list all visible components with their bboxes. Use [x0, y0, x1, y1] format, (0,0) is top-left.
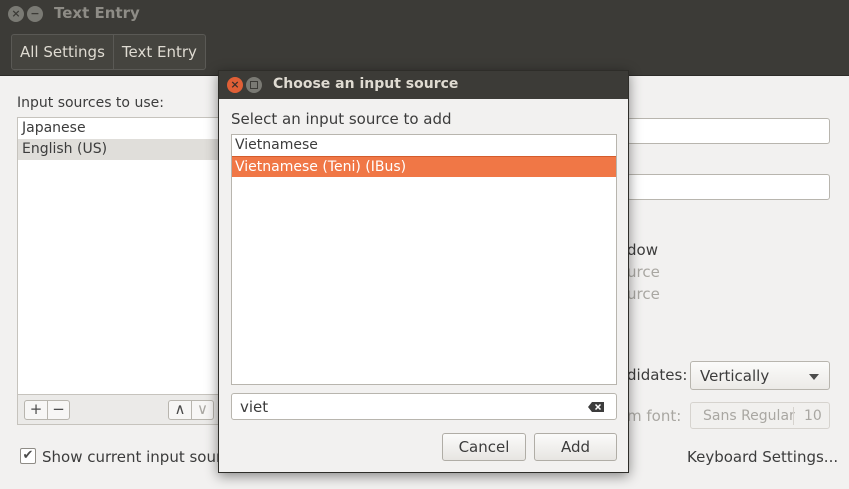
search-input-value: viet — [240, 398, 269, 416]
input-sources-toolbar: + − ∧ ∨ — [17, 395, 227, 425]
candidates-label-partial: didates: — [627, 366, 688, 384]
add-button[interactable]: Add — [534, 433, 617, 461]
input-sources-label: Input sources to use: — [17, 95, 164, 111]
dialog-maximize-icon[interactable] — [246, 77, 262, 93]
cancel-button[interactable]: Cancel — [442, 433, 526, 461]
breadcrumb-text-entry[interactable]: Text Entry — [112, 35, 205, 69]
input-source-options-list[interactable]: Vietnamese Vietnamese (Teni) (IBus) — [231, 134, 617, 385]
input-sources-list[interactable]: Japanese English (US) — [17, 117, 227, 395]
add-source-button[interactable]: + — [25, 401, 47, 419]
switch-source-shortcut-field[interactable] — [627, 118, 830, 144]
toolbar: All Settings Text Entry — [0, 28, 849, 76]
input-source-english-us[interactable]: English (US) — [18, 139, 226, 160]
font-size: 10 — [804, 408, 822, 424]
show-current-source-label: Show current input source — [42, 448, 240, 466]
font-separator — [793, 407, 794, 425]
remove-source-button[interactable]: − — [47, 401, 69, 419]
per-window-label-partial: dow — [627, 241, 658, 259]
choose-input-source-dialog: × Choose an input source Select an input… — [218, 70, 629, 473]
show-current-source-checkbox[interactable]: ✔ — [20, 448, 36, 464]
add-remove-group: + − — [24, 400, 70, 420]
custom-font-button[interactable]: Sans Regular 10 — [690, 402, 830, 429]
font-name: Sans Regular — [703, 408, 795, 424]
option-vietnamese-teni-ibus[interactable]: Vietnamese (Teni) (IBus) — [232, 156, 616, 177]
window-minimize-icon[interactable]: − — [27, 6, 43, 22]
move-down-button[interactable]: ∨ — [191, 401, 213, 419]
dialog-close-icon[interactable]: × — [227, 77, 243, 93]
clear-search-icon[interactable] — [588, 402, 604, 412]
candidates-orientation-select[interactable]: Vertically — [690, 361, 830, 390]
breadcrumb: All Settings Text Entry — [11, 34, 206, 70]
candidates-orientation-value: Vertically — [700, 367, 770, 385]
input-source-japanese[interactable]: Japanese — [18, 118, 226, 139]
option-vietnamese[interactable]: Vietnamese — [232, 135, 616, 156]
same-source-label-partial: urce — [627, 263, 660, 281]
keyboard-settings-button[interactable]: Keyboard Settings... — [687, 448, 838, 466]
switch-previous-shortcut-field[interactable] — [627, 174, 830, 200]
dialog-title: Choose an input source — [273, 76, 459, 92]
dialog-titlebar: × Choose an input source — [219, 71, 628, 99]
breadcrumb-all-settings[interactable]: All Settings — [12, 35, 113, 69]
search-input[interactable]: viet — [231, 393, 617, 420]
window-close-icon[interactable]: × — [8, 6, 24, 22]
window-title: Text Entry — [54, 4, 140, 22]
reorder-group: ∧ ∨ — [168, 400, 214, 420]
window-titlebar: × − Text Entry — [0, 0, 849, 28]
chevron-down-icon — [809, 374, 819, 380]
default-source-label-partial: urce — [627, 285, 660, 303]
dialog-subtitle: Select an input source to add — [231, 110, 452, 128]
move-up-button[interactable]: ∧ — [169, 401, 191, 419]
custom-font-label-partial: m font: — [627, 407, 682, 425]
